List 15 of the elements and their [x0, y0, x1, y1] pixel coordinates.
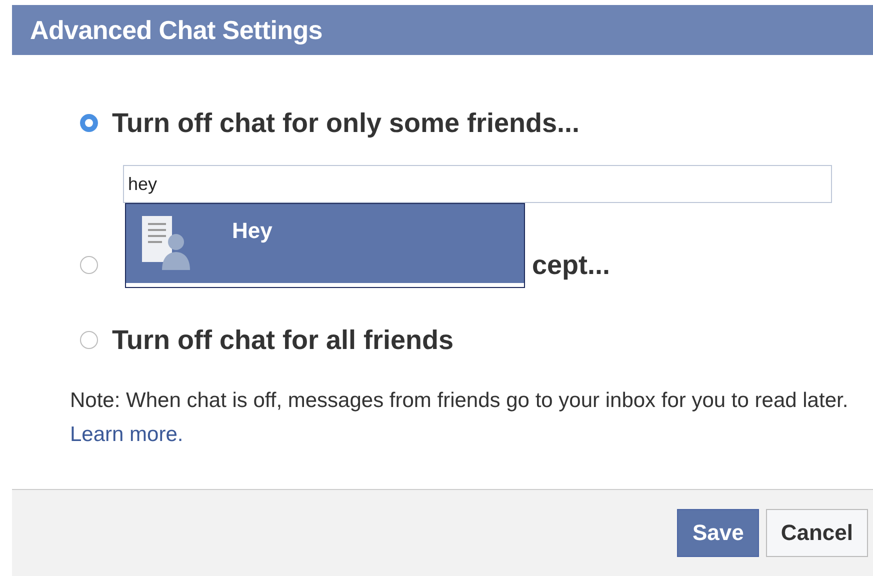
- learn-more-link[interactable]: Learn more.: [70, 423, 184, 446]
- radio-button[interactable]: [80, 114, 98, 132]
- radio-button[interactable]: [80, 331, 98, 349]
- suggestion-item[interactable]: Hey: [126, 204, 524, 283]
- suggestion-name: Hey: [232, 217, 272, 244]
- radio-button[interactable]: [80, 256, 98, 274]
- dialog-title: Advanced Chat Settings: [12, 5, 873, 55]
- note-text: Note: When chat is off, messages from friends go to your inbox for you to read later. Learn more.: [70, 388, 850, 448]
- save-button[interactable]: Save: [677, 509, 759, 557]
- option-label: Turn off chat for only some friends...: [112, 108, 580, 138]
- friend-search-field[interactable]: hey: [123, 165, 832, 203]
- cancel-button[interactable]: Cancel: [766, 509, 868, 557]
- option-label: Turn off chat for all friends: [112, 324, 454, 356]
- page-avatar-icon: [140, 214, 192, 270]
- option-label: cept...: [531, 250, 610, 280]
